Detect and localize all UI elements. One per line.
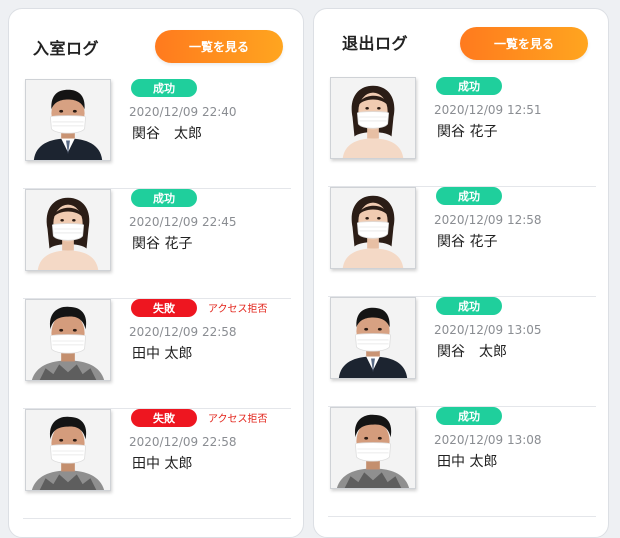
exit-log-title: 退出ログ [342, 34, 409, 53]
entry-log-item[interactable]: 成功 2020/12/09 22:45 関谷 花子 [23, 189, 291, 299]
user-name: 田中 太郎 [437, 454, 498, 470]
timestamp: 2020/12/09 12:51 [434, 103, 542, 117]
user-name: 関谷 花子 [132, 236, 193, 252]
timestamp: 2020/12/09 22:58 [129, 325, 237, 339]
man-masked-casual-photo-icon [26, 300, 110, 380]
entry-log-panel: 入室ログ 一覧を見る 成功 2020/12/09 22:40 関谷 太郎 成功 … [8, 8, 304, 538]
timestamp: 2020/12/09 13:05 [434, 323, 542, 337]
user-name: 関谷 花子 [437, 234, 498, 250]
status-badge: 成功 [436, 407, 502, 425]
exit-log-view-all-button[interactable]: 一覧を見る [460, 27, 588, 60]
timestamp: 2020/12/09 22:40 [129, 105, 237, 119]
divider [23, 518, 291, 519]
user-photo [330, 187, 416, 269]
user-name: 関谷 花子 [437, 124, 498, 140]
divider [328, 516, 596, 517]
status-badge: 失敗 [131, 299, 197, 317]
woman-masked-photo-icon [26, 190, 110, 270]
exit-log-item[interactable]: 成功 2020/12/09 12:51 関谷 花子 [328, 77, 596, 187]
entry-log-title: 入室ログ [33, 39, 100, 58]
woman-masked-photo-icon [331, 78, 415, 158]
entry-log-item[interactable]: 失敗 アクセス拒否 2020/12/09 22:58 田中 太郎 [23, 299, 291, 409]
timestamp: 2020/12/09 12:58 [434, 213, 542, 227]
status-badge: 成功 [436, 187, 502, 205]
exit-log-item[interactable]: 成功 2020/12/09 12:58 関谷 花子 [328, 187, 596, 297]
status-badge: 失敗 [131, 409, 197, 427]
failure-reason: アクセス拒否 [208, 414, 268, 425]
exit-log-item[interactable]: 成功 2020/12/09 13:08 田中 太郎 [328, 407, 596, 517]
status-badge: 成功 [436, 77, 502, 95]
user-photo [330, 297, 416, 379]
timestamp: 2020/12/09 22:58 [129, 435, 237, 449]
failure-reason: アクセス拒否 [208, 304, 268, 315]
user-photo [330, 407, 416, 489]
man-masked-casual-photo-icon [331, 408, 415, 488]
exit-log-item[interactable]: 成功 2020/12/09 13:05 関谷 太郎 [328, 297, 596, 407]
user-photo [25, 409, 111, 491]
woman-masked-photo-icon [331, 188, 415, 268]
man-masked-suit-photo-icon [26, 80, 110, 160]
entry-log-view-all-button[interactable]: 一覧を見る [155, 30, 283, 63]
user-name: 関谷 太郎 [437, 344, 507, 360]
user-photo [25, 189, 111, 271]
user-name: 関谷 太郎 [132, 126, 202, 142]
status-badge: 成功 [131, 79, 197, 97]
entry-log-item[interactable]: 成功 2020/12/09 22:40 関谷 太郎 [23, 79, 291, 189]
user-photo [330, 77, 416, 159]
user-name: 田中 太郎 [132, 346, 193, 362]
man-masked-casual-photo-icon [26, 410, 110, 490]
user-photo [25, 79, 111, 161]
man-masked-suit-photo-icon [331, 298, 415, 378]
entry-log-item[interactable]: 失敗 アクセス拒否 2020/12/09 22:58 田中 太郎 [23, 409, 291, 519]
status-badge: 成功 [131, 189, 197, 207]
user-name: 田中 太郎 [132, 456, 193, 472]
exit-log-panel: 退出ログ 一覧を見る 成功 2020/12/09 12:51 関谷 花子 成功 … [313, 8, 609, 538]
timestamp: 2020/12/09 13:08 [434, 433, 542, 447]
user-photo [25, 299, 111, 381]
status-badge: 成功 [436, 297, 502, 315]
timestamp: 2020/12/09 22:45 [129, 215, 237, 229]
